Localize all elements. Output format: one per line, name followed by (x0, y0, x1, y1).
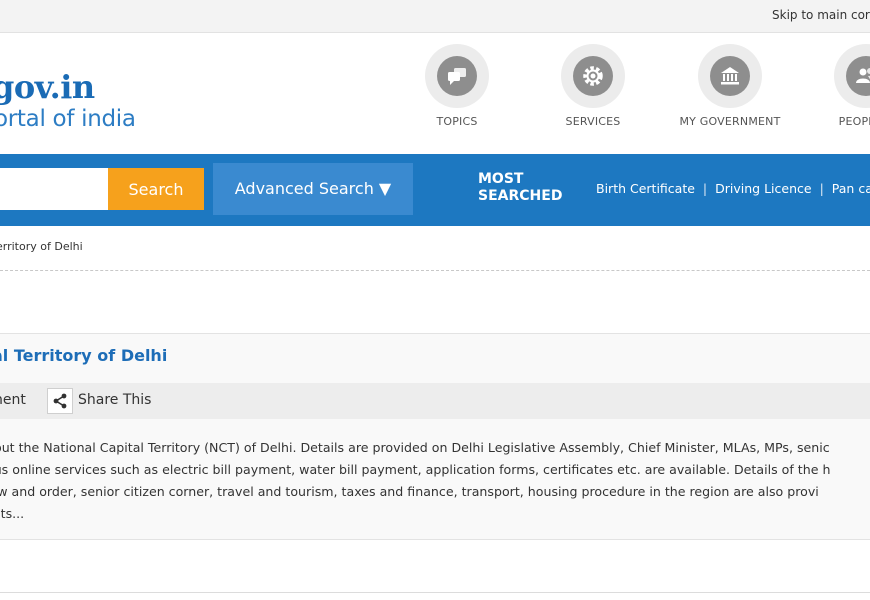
nav-people[interactable]: PEOPLE C (806, 44, 870, 128)
most-searched-line1: MOST (478, 171, 524, 187)
most-searched-heading: MOST SEARCHED (478, 171, 562, 205)
search-band: Search Advanced Search ▼ MOST SEARCHED B… (0, 154, 870, 226)
quick-link-separator: | (819, 181, 824, 196)
most-searched-line2: SEARCHED (478, 188, 563, 204)
nav-my-government-label: MY GOVERNMENT (679, 115, 781, 128)
page-divider (0, 592, 870, 593)
description-line: ous online services such as electric bil… (0, 462, 831, 477)
nav-services[interactable]: SERVICES (533, 44, 653, 128)
article-meta-bar: nent Share This (0, 383, 870, 419)
breadcrumb[interactable]: erritory of Delhi (0, 240, 83, 253)
site-logo-subtitle: ortal of india (0, 106, 136, 132)
quick-link-birth-certificate[interactable]: Birth Certificate (596, 181, 695, 196)
nav-topics-label: TOPICS (436, 115, 478, 128)
description-line: bout the National Capital Territory (NCT… (0, 440, 830, 455)
article-title[interactable]: al Territory of Delhi (0, 346, 167, 365)
nav-my-government[interactable]: MY GOVERNMENT (670, 44, 790, 128)
people-icon (834, 44, 870, 108)
advanced-search-dropdown[interactable]: Advanced Search ▼ (213, 163, 413, 215)
search-input[interactable] (0, 168, 108, 210)
breadcrumb-divider (0, 270, 870, 271)
search-button[interactable]: Search (108, 168, 204, 210)
top-utility-bar: Skip to main cor (0, 0, 870, 33)
share-icon[interactable] (47, 388, 73, 414)
quick-link-pan-card[interactable]: Pan car (832, 181, 870, 196)
most-searched-links: Birth Certificate | Driving Licence | Pan ca… (596, 181, 870, 196)
description-line: law and order, senior citizen corner, tr… (0, 484, 819, 499)
quick-link-driving-licence[interactable]: Driving Licence (715, 181, 811, 196)
article-category[interactable]: nent (0, 392, 26, 408)
site-logo-title[interactable]: gov.in (0, 68, 95, 106)
article-description: bout the National Capital Territory (NCT… (0, 437, 870, 525)
description-line: acts... (0, 506, 25, 521)
share-this-label[interactable]: Share This (78, 392, 151, 408)
article-card: al Territory of Delhi nent Share This bo… (0, 333, 870, 540)
nav-services-label: SERVICES (565, 115, 621, 128)
quick-link-separator: | (702, 181, 708, 196)
nav-people-label: PEOPLE C (838, 115, 870, 128)
government-icon (698, 44, 762, 108)
topics-icon (425, 44, 489, 108)
nav-topics[interactable]: TOPICS (397, 44, 517, 128)
skip-to-main-content-link[interactable]: Skip to main cor (772, 8, 870, 22)
services-icon (561, 44, 625, 108)
